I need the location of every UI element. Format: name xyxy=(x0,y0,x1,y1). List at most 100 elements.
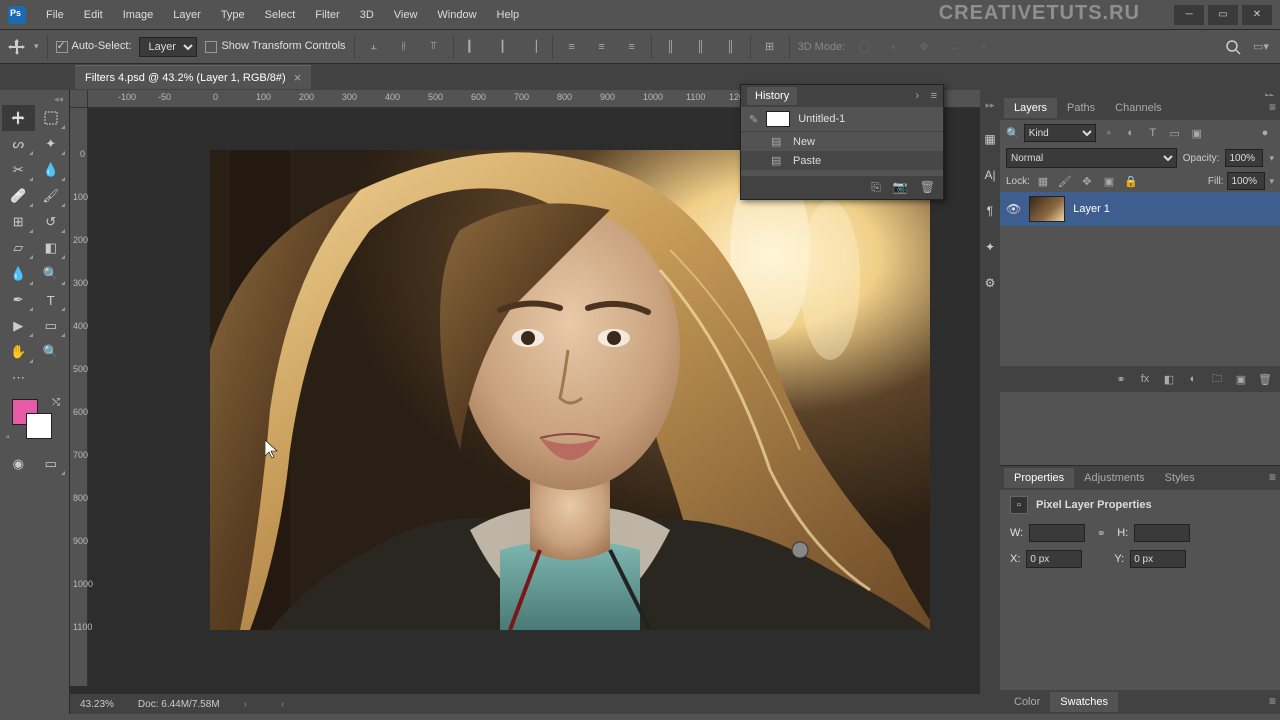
link-wh-icon[interactable]: ⚭ xyxy=(1091,527,1111,540)
new-layer-icon[interactable]: ▣ xyxy=(1232,370,1250,388)
dist-right-icon[interactable]: ║ xyxy=(720,36,742,58)
close-tab-icon[interactable]: × xyxy=(294,70,302,85)
document-tab[interactable]: Filters 4.psd @ 43.2% (Layer 1, RGB/8#) … xyxy=(75,65,311,89)
layer-visibility-icon[interactable]: 👁 xyxy=(1006,202,1021,216)
move-tool[interactable] xyxy=(2,105,35,131)
zoom-tool[interactable]: 🔍 xyxy=(35,339,68,365)
type-tool[interactable]: T xyxy=(35,287,68,313)
layer-filter-kind[interactable]: Kind xyxy=(1024,124,1096,142)
history-panel-menu-icon[interactable]: ≡ xyxy=(931,90,937,102)
history-item[interactable]: ▤ New xyxy=(741,132,943,151)
tab-paths[interactable]: Paths xyxy=(1057,98,1105,118)
layer-group-icon[interactable]: 🗀 xyxy=(1208,370,1226,388)
align-vcenter-icon[interactable]: ⫲ xyxy=(393,36,415,58)
workspace-switcher-icon[interactable]: ▭▾ xyxy=(1250,36,1272,58)
layer-fx-icon[interactable]: fx xyxy=(1136,370,1154,388)
history-snapshot[interactable]: ✎ Untitled-1 xyxy=(741,107,943,132)
history-panel[interactable]: History › ≡ ✎ Untitled-1 ▤ New ▤ Paste ⎘… xyxy=(740,84,944,200)
blend-mode-select[interactable]: Normal xyxy=(1006,148,1177,168)
menu-select[interactable]: Select xyxy=(255,9,306,21)
tab-layers[interactable]: Layers xyxy=(1004,98,1057,118)
menu-window[interactable]: Window xyxy=(427,9,486,21)
layer-thumbnail[interactable] xyxy=(1029,196,1065,222)
eraser-tool[interactable]: ▱ xyxy=(2,235,35,261)
3d-pan-icon[interactable]: ✥ xyxy=(913,36,935,58)
vertical-ruler[interactable]: 0100 200300 400500 600700 800900 1000110… xyxy=(70,108,88,686)
lock-transparency-icon[interactable]: ▦ xyxy=(1034,172,1052,190)
align-right-icon[interactable]: ▕ xyxy=(522,36,544,58)
menu-edit[interactable]: Edit xyxy=(74,9,113,21)
gradient-tool[interactable]: ◧ xyxy=(35,235,68,261)
dock-brushes-icon[interactable]: ✦ xyxy=(982,239,998,255)
default-colors-icon[interactable]: ▫ xyxy=(6,432,10,443)
lock-all-icon[interactable]: 🔒 xyxy=(1122,172,1140,190)
dodge-tool[interactable]: 🔍 xyxy=(35,261,68,287)
dock-paragraph-icon[interactable]: ¶ xyxy=(982,203,998,219)
dist-hcenter-icon[interactable]: ║ xyxy=(690,36,712,58)
dist-top-icon[interactable]: ≡ xyxy=(561,36,583,58)
doc-size[interactable]: Doc: 6.44M/7.58M xyxy=(138,699,220,710)
3d-slide-icon[interactable]: ↔ xyxy=(943,36,965,58)
align-bottom-icon[interactable]: ⫪ xyxy=(423,36,445,58)
window-close-button[interactable]: ✕ xyxy=(1242,5,1272,25)
healing-brush-tool[interactable]: 🩹 xyxy=(2,183,35,209)
marquee-tool[interactable] xyxy=(35,105,68,131)
prop-h-input[interactable] xyxy=(1134,524,1190,542)
dock-libraries-icon[interactable]: ▦ xyxy=(982,131,998,147)
layer-name[interactable]: Layer 1 xyxy=(1073,203,1110,215)
document-canvas[interactable] xyxy=(210,150,930,630)
edit-toolbar[interactable]: ⋯ xyxy=(2,365,35,391)
shape-tool[interactable]: ▭ xyxy=(35,313,68,339)
lock-artboard-icon[interactable]: ▣ xyxy=(1100,172,1118,190)
crop-tool[interactable]: ✂ xyxy=(2,157,35,183)
menu-type[interactable]: Type xyxy=(211,9,255,21)
delete-state-icon[interactable]: 🗑 xyxy=(920,180,935,195)
layers-panel-menu-icon[interactable]: ≡ xyxy=(1269,100,1276,114)
align-top-icon[interactable]: ⫠ xyxy=(363,36,385,58)
menu-filter[interactable]: Filter xyxy=(305,9,349,21)
auto-align-icon[interactable]: ⊞ xyxy=(759,36,781,58)
opacity-input[interactable] xyxy=(1225,149,1263,167)
filter-shape-icon[interactable]: ▭ xyxy=(1166,124,1184,142)
window-maximize-button[interactable]: ▭ xyxy=(1208,5,1238,25)
history-collapse-icon[interactable]: › xyxy=(915,90,919,102)
lock-pixels-icon[interactable]: 🖌 xyxy=(1056,172,1074,190)
3d-orbit-icon[interactable]: ◯ xyxy=(853,36,875,58)
layer-row[interactable]: 👁 Layer 1 xyxy=(1000,192,1280,226)
lasso-tool[interactable]: ᔕ xyxy=(2,131,35,157)
new-snapshot-icon[interactable]: 📷 xyxy=(893,180,908,195)
menu-help[interactable]: Help xyxy=(487,9,530,21)
filter-pixel-icon[interactable]: ▫ xyxy=(1100,124,1118,142)
auto-select-checkbox[interactable]: Auto-Select: xyxy=(56,40,132,52)
prop-y-input[interactable] xyxy=(1130,550,1186,568)
history-brush-tool[interactable]: ↺ xyxy=(35,209,68,235)
prop-w-input[interactable] xyxy=(1029,524,1085,542)
magic-wand-tool[interactable]: ✦ xyxy=(35,131,68,157)
dist-vcenter-icon[interactable]: ≡ xyxy=(591,36,613,58)
zoom-level[interactable]: 43.23% xyxy=(80,699,114,710)
history-item[interactable]: ▤ Paste xyxy=(741,151,943,170)
filter-type-icon[interactable]: T xyxy=(1144,124,1162,142)
menu-view[interactable]: View xyxy=(384,9,428,21)
filter-smart-icon[interactable]: ▣ xyxy=(1188,124,1206,142)
dist-bottom-icon[interactable]: ≡ xyxy=(621,36,643,58)
adjustment-layer-icon[interactable]: ◐ xyxy=(1184,370,1202,388)
tab-adjustments[interactable]: Adjustments xyxy=(1074,468,1155,488)
menu-3d[interactable]: 3D xyxy=(350,9,384,21)
filter-adjust-icon[interactable]: ◐ xyxy=(1122,124,1140,142)
delete-layer-icon[interactable]: 🗑 xyxy=(1256,370,1274,388)
move-tool-dropdown-icon[interactable]: ▾ xyxy=(34,41,39,52)
prop-x-input[interactable] xyxy=(1026,550,1082,568)
auto-select-target[interactable]: Layer xyxy=(139,37,197,57)
brush-tool[interactable]: 🖌 xyxy=(35,183,68,209)
pen-tool[interactable]: ✒ xyxy=(2,287,35,313)
clone-stamp-tool[interactable]: ⊞ xyxy=(2,209,35,235)
menu-file[interactable]: File xyxy=(36,9,74,21)
hand-tool[interactable]: ✋ xyxy=(2,339,35,365)
background-color[interactable] xyxy=(26,413,52,439)
properties-panel-menu-icon[interactable]: ≡ xyxy=(1269,470,1276,484)
align-hcenter-icon[interactable]: ┃ xyxy=(492,36,514,58)
lock-position-icon[interactable]: ✥ xyxy=(1078,172,1096,190)
dock-settings-icon[interactable]: ⚙ xyxy=(982,275,998,291)
3d-zoom-icon[interactable]: ⌕ xyxy=(973,36,995,58)
